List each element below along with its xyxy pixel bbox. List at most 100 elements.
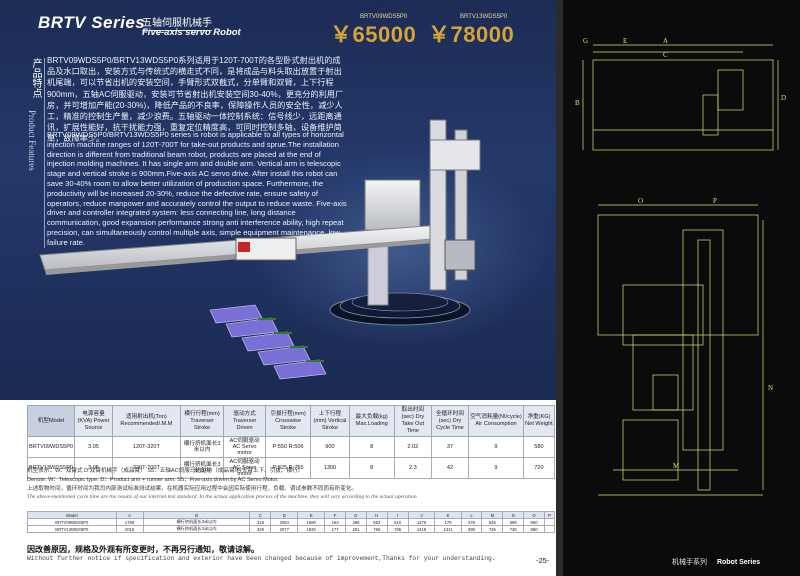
- dim-cell: L: [460, 511, 483, 519]
- dim-cell: Model: [27, 511, 117, 519]
- spec-cell: AC伺服驱动 AC Servo motor: [223, 436, 266, 458]
- dimension-label: O: [638, 197, 643, 205]
- note-cycle-cn: 上述取物时间，循环时间为我司内部测试标准测试结果，在机器实际应用过程中会因实际使…: [27, 486, 358, 492]
- spec-cell: 1300: [310, 457, 350, 479]
- dimension-table: Model A B C D E F G H I J K L M N O P BRTV09WDS5P0 1768 横行挤…: [27, 511, 556, 533]
- dim-cell: BRTV13WDS5P0: [27, 525, 117, 533]
- dim-cell: E: [297, 511, 326, 519]
- spec-cell: P:550 R:506: [264, 436, 312, 458]
- dim-cell: 1680: [297, 518, 326, 526]
- dim-cell: O: [523, 511, 545, 519]
- spec-header-cell: 空气消耗量(NI/cycle) Air Consumption: [468, 405, 524, 437]
- table-row: BRTV09WDS5P0 1768 横行挤机面长3米以内 318 2054 1680 163…: [27, 518, 556, 526]
- spec-header-cell: 全循环时间(sec) Dry Cycle Time: [430, 405, 470, 437]
- dim-cell: [543, 525, 556, 533]
- spec-cell: 120T-320T: [111, 436, 181, 458]
- spec-header-cell: 适用射出机(Ton) RecommendedI.M.M: [111, 405, 181, 437]
- dim-cell: 177: [324, 525, 347, 533]
- dimension-label: D: [781, 94, 786, 102]
- dim-cell: B: [142, 511, 251, 519]
- dimension-label: P: [713, 197, 717, 205]
- spec-header-cell: 引拔行程(mm) Crosswise Stroke: [264, 405, 312, 437]
- dim-cell: F: [324, 511, 347, 519]
- dim-cell: 横行挤机面长3米以内: [142, 525, 251, 533]
- dim-cell: 1276: [407, 518, 436, 526]
- dim-cell: 860: [523, 518, 545, 526]
- left-page: BRTV Series 五轴伺服机械手 Five-axis servo Robo…: [0, 0, 556, 576]
- dim-cell: 170: [434, 518, 462, 526]
- page-divider: [556, 0, 563, 576]
- spec-cell: 720: [522, 457, 556, 479]
- spec-cell: 2.3: [393, 457, 432, 479]
- dimension-label: E: [623, 37, 627, 45]
- price-2: ￥78000: [428, 22, 515, 47]
- dim-cell: H: [365, 511, 388, 519]
- dim-cell: 880: [523, 525, 545, 533]
- dim-cell: 2077: [270, 525, 299, 533]
- dim-cell: 281: [345, 525, 367, 533]
- dim-cell: 736: [502, 525, 525, 533]
- spec-header-cell: 上下行程(mm) Vertical Stroke: [310, 405, 350, 437]
- dim-cell: 286: [345, 518, 367, 526]
- spec-cell: 9: [468, 457, 524, 479]
- dim-cell: 1768: [115, 518, 144, 526]
- dim-cell: K: [434, 511, 462, 519]
- spec-header-cell: 最大负载(kg) Max.Loading: [348, 405, 395, 437]
- dim-cell: 510: [386, 518, 409, 526]
- note-cycle-en: The above-mentioned cycle time are the r…: [27, 494, 417, 500]
- hero-banner: BRTV Series 五轴伺服机械手 Five-axis servo Robo…: [0, 0, 556, 400]
- spec-header-cell: 横行行程(mm) Traverser Stroke: [179, 405, 225, 437]
- dimension-label: A: [663, 37, 668, 45]
- dim-cell: 2018: [115, 525, 144, 533]
- features-label-cn: 产品特点: [30, 58, 41, 98]
- dimension-label: B: [575, 99, 580, 107]
- spec-header-cell: 驱动方式Traverser Driven: [223, 405, 266, 437]
- spec-header-cell: 电源容量(KVA) Power Source: [74, 405, 113, 437]
- dim-cell: 163: [324, 518, 347, 526]
- spec-header-cell: 机型Model: [26, 405, 76, 437]
- footer-notice-cn: 因改善原因，规格及外观有所变更时，不再另行通知，敬请谅解。: [27, 545, 259, 554]
- series-title: BRTV Series: [38, 13, 146, 32]
- spec-cell: 2.02: [393, 436, 432, 458]
- dim-cell: 378: [460, 518, 483, 526]
- spec-table-header: 机型Model 电源容量(KVA) Power Source 适用射出机(Ton) …: [26, 405, 556, 437]
- dim-cell: P: [543, 511, 556, 519]
- dimension-label: N: [768, 384, 773, 392]
- dim-cell: 329: [249, 525, 272, 533]
- right-footer-en: Robot Series: [716, 559, 761, 566]
- spec-header-cell: 取出时间(sec) Dry Take Out Time: [393, 405, 432, 437]
- spec-cell: 8: [348, 436, 395, 458]
- side-divider: [44, 58, 45, 248]
- dim-cell: 2054: [270, 518, 299, 526]
- dim-cell: 1820: [297, 525, 326, 533]
- subtitle-en: Five-axis servo Robot: [142, 27, 241, 38]
- dim-cell: J: [407, 511, 436, 519]
- dimension-label: M: [673, 462, 680, 470]
- spec-cell: 横行挤机面长3米以内: [179, 436, 225, 458]
- page-number: -25-: [536, 556, 550, 565]
- dim-cell: C: [249, 511, 272, 519]
- dim-cell: 横行挤机面长3米以内: [142, 518, 251, 526]
- spec-cell: BRTV09WDS5P0: [26, 436, 76, 458]
- dimension-label: G: [583, 37, 588, 45]
- dim-cell: D: [270, 511, 299, 519]
- dim-cell: 390: [460, 525, 483, 533]
- note-model-denote-en: Denote: W：Telescopic type. D：Product arm…: [27, 477, 279, 483]
- spec-header-cell: 净重(KG) Net Weight: [522, 405, 556, 437]
- spec-cell: 3.05: [74, 436, 113, 458]
- right-footer-cn: 机械手系列: [672, 559, 707, 566]
- price-1: ￥65000: [330, 22, 417, 47]
- dim-cell: 765: [386, 525, 409, 533]
- note-model-denote-cn: 机型表示：W：双臂式 D:双臂机械手（成品臂） S5：五轴AC伺服马达驱动（成品…: [27, 468, 304, 474]
- dim-cell: 1418: [407, 525, 436, 533]
- right-footer: 机械手系列 Robot Series: [672, 557, 760, 567]
- table-row: BRTV13WDS5P0 2018 横行挤机面长3米以内 329 2077 1820 177…: [27, 525, 556, 533]
- dim-cell: 553: [365, 518, 388, 526]
- features-text-en: BRTV09WDS5P0/BRTV13WDS5P0 series is robo…: [47, 130, 347, 247]
- dim-cell: M: [481, 511, 504, 519]
- spec-cell: 42: [430, 457, 470, 479]
- dim-cell: N: [502, 511, 525, 519]
- dim-cell: 1311: [434, 525, 462, 533]
- features-label-en: Product Features: [27, 110, 37, 171]
- dim-cell: I: [386, 511, 409, 519]
